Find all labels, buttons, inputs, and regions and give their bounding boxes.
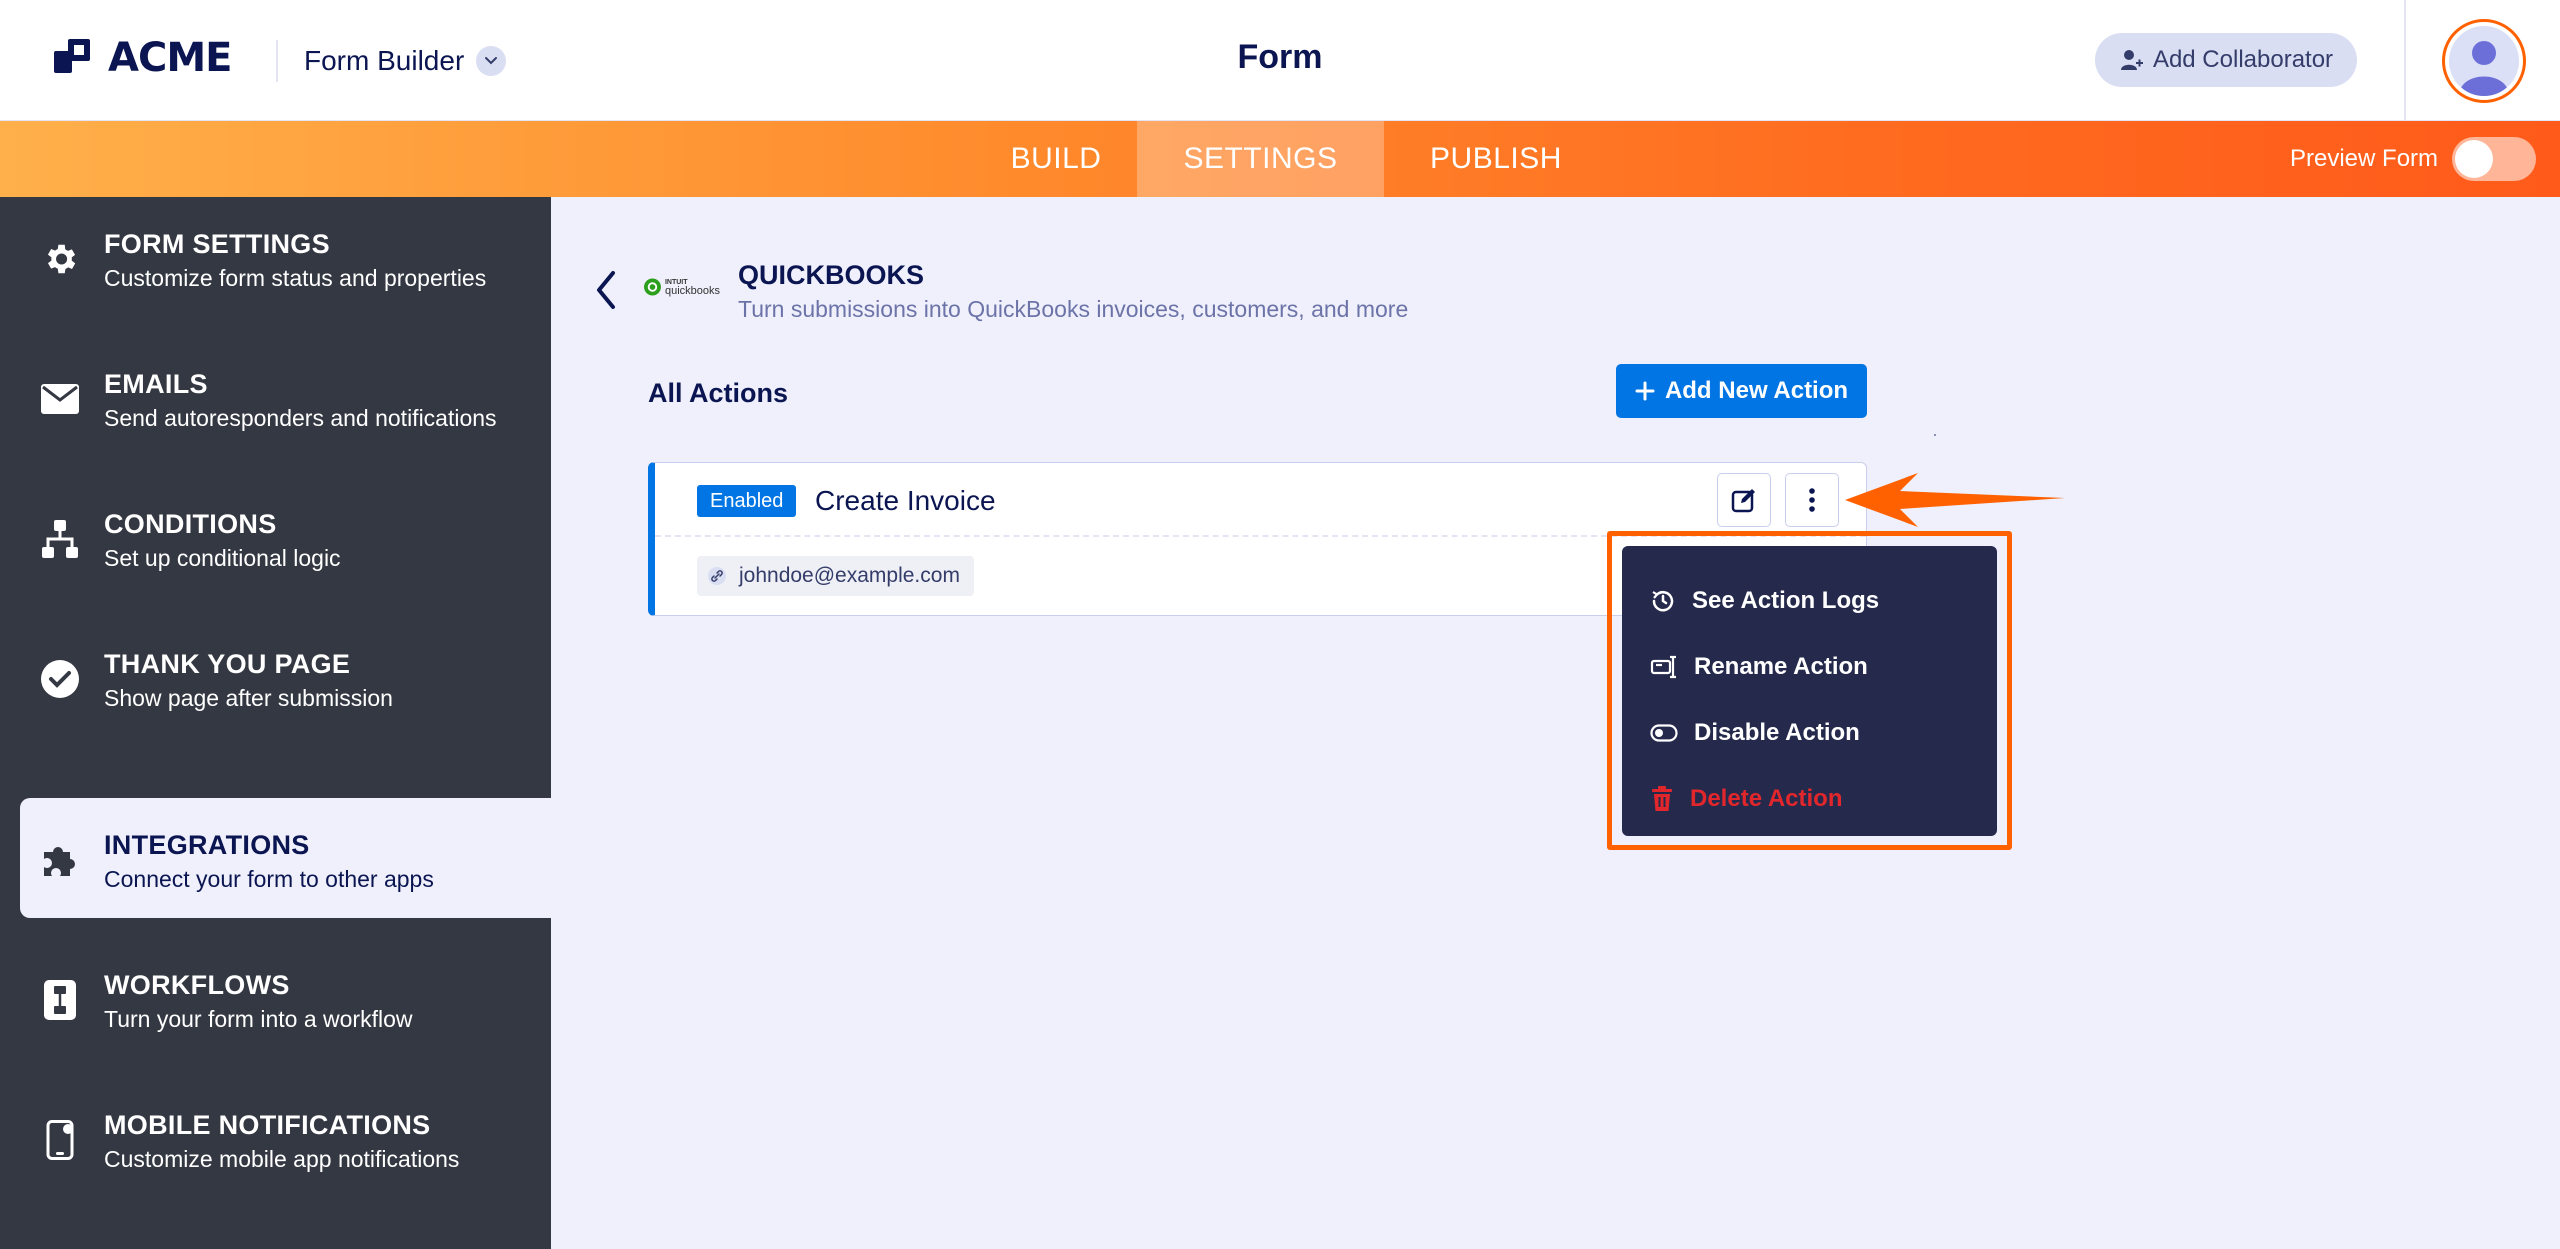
sidebar-item-desc: Connect your form to other apps: [104, 866, 434, 892]
back-button[interactable]: [586, 268, 626, 312]
tab-publish[interactable]: PUBLISH: [1384, 121, 1608, 197]
settings-sidebar: FORM SETTINGS Customize form status and …: [0, 197, 551, 1249]
acme-logo[interactable]: ACME: [54, 34, 232, 82]
builder-tab-bar: BUILD SETTINGS PUBLISH Preview Form: [0, 121, 2560, 197]
sidebar-item-desc: Show page after submission: [104, 685, 393, 711]
top-header: ACME Form Builder Form Add Collaborator: [0, 0, 2560, 121]
edit-icon: [1731, 489, 1755, 513]
action-options-menu: See Action Logs Rename Action Disable Ac…: [1622, 546, 1997, 836]
preview-form: Preview Form: [2290, 121, 2537, 197]
header-divider: [276, 40, 278, 82]
workflow-icon: [40, 980, 80, 1020]
action-title: Create Invoice: [815, 485, 996, 516]
history-icon: [1652, 590, 1674, 612]
menu-item-disable-action[interactable]: Disable Action: [1622, 700, 1997, 766]
preview-form-toggle[interactable]: [2452, 137, 2537, 181]
menu-item-label: Disable Action: [1694, 719, 1860, 746]
email-text: johndoe@example.com: [739, 564, 960, 587]
preview-form-label: Preview Form: [2290, 145, 2439, 172]
menu-item-label: See Action Logs: [1692, 587, 1880, 614]
quickbooks-logo: INTUIT quickbooks: [644, 276, 720, 298]
status-badge: Enabled: [697, 485, 797, 517]
chevron-down-icon: [476, 46, 507, 76]
add-collaborator-label: Add Collaborator: [2152, 46, 2334, 73]
header-divider-right: [2404, 0, 2406, 121]
tab-build[interactable]: BUILD: [975, 121, 1137, 197]
all-actions-heading: All Actions: [648, 378, 789, 408]
sidebar-item-workflows[interactable]: WORKFLOWS Turn your form into a workflow: [20, 938, 551, 1058]
add-collaborator-button[interactable]: Add Collaborator: [2095, 33, 2357, 87]
sidebar-item-title: INTEGRATIONS: [104, 830, 310, 860]
sidebar-item-title: THANK YOU PAGE: [104, 649, 351, 679]
sidebar-item-thank-you-page[interactable]: THANK YOU PAGE Show page after submissio…: [20, 617, 551, 737]
sidebar-item-conditions[interactable]: CONDITIONS Set up conditional logic: [20, 477, 551, 597]
page-title: Form: [1237, 38, 1323, 76]
sidebar-item-emails[interactable]: EMAILS Send autoresponders and notificat…: [20, 337, 551, 457]
add-new-action-label: Add New Action: [1664, 377, 1849, 404]
toggle-knob: [2455, 140, 2494, 178]
logo-mark-icon: [54, 39, 90, 73]
sidebar-item-title: CONDITIONS: [104, 509, 277, 539]
tab-build-label: BUILD: [1010, 142, 1102, 175]
sidebar-item-integrations[interactable]: INTEGRATIONS Connect your form to other …: [20, 798, 551, 918]
plus-icon: [1635, 381, 1655, 401]
sidebar-item-mobile-notifications[interactable]: MOBILE NOTIFICATIONS Customize mobile ap…: [20, 1078, 551, 1198]
kebab-menu-icon: [1809, 488, 1815, 512]
annotation-arrow-icon: [1845, 473, 2065, 527]
mobile-icon: [40, 1120, 80, 1160]
user-plus-icon: [2120, 50, 2143, 70]
toggle-off-icon: [1650, 724, 1678, 742]
more-options-button[interactable]: [1785, 473, 1839, 527]
sidebar-item-title: WORKFLOWS: [104, 970, 290, 1000]
chevron-left-icon: [597, 271, 615, 309]
sidebar-item-desc: Turn your form into a workflow: [104, 1006, 413, 1032]
stray-dot: [1934, 434, 1936, 436]
sidebar-item-desc: Send autoresponders and notifications: [104, 405, 497, 431]
menu-item-label: Delete Action: [1690, 785, 1843, 812]
sidebar-item-title: FORM SETTINGS: [104, 229, 330, 259]
quickbooks-logo-text: quickbooks: [664, 285, 720, 297]
envelope-icon: [40, 379, 80, 419]
integration-title: QUICKBOOKS: [738, 260, 925, 290]
sidebar-item-title: MOBILE NOTIFICATIONS: [104, 1110, 431, 1140]
check-circle-icon: [40, 659, 80, 699]
edit-action-button[interactable]: [1717, 473, 1771, 527]
menu-item-see-action-logs[interactable]: See Action Logs: [1622, 568, 1997, 634]
avatar[interactable]: [2442, 19, 2526, 103]
tab-settings[interactable]: SETTINGS: [1137, 121, 1384, 197]
sidebar-item-form-settings[interactable]: FORM SETTINGS Customize form status and …: [20, 197, 551, 317]
menu-item-rename-action[interactable]: Rename Action: [1622, 634, 1997, 700]
hierarchy-icon: [40, 519, 80, 559]
sidebar-item-title: EMAILS: [104, 369, 208, 399]
sidebar-item-desc: Set up conditional logic: [104, 545, 341, 571]
integration-description: Turn submissions into QuickBooks invoice…: [738, 296, 1409, 322]
menu-item-delete-action[interactable]: Delete Action: [1622, 766, 1997, 832]
form-builder-dropdown[interactable]: Form Builder: [304, 40, 507, 82]
rename-icon: [1650, 655, 1676, 679]
trash-icon: [1652, 786, 1672, 811]
tab-publish-label: PUBLISH: [1430, 142, 1562, 175]
add-new-action-button[interactable]: Add New Action: [1616, 364, 1867, 418]
form-builder-label: Form Builder: [304, 45, 465, 76]
tab-settings-label: SETTINGS: [1183, 142, 1338, 175]
quickbooks-mark-icon: [644, 278, 661, 296]
sidebar-item-desc: Customize mobile app notifications: [104, 1146, 460, 1172]
email-chip: johndoe@example.com: [697, 556, 974, 596]
menu-item-label: Rename Action: [1694, 653, 1868, 680]
link-icon: [708, 567, 726, 585]
logo-text: ACME: [108, 35, 232, 81]
avatar-image: [2449, 26, 2519, 96]
gear-icon: [40, 239, 80, 279]
sidebar-item-desc: Customize form status and properties: [104, 265, 487, 291]
puzzle-icon: [40, 840, 80, 880]
